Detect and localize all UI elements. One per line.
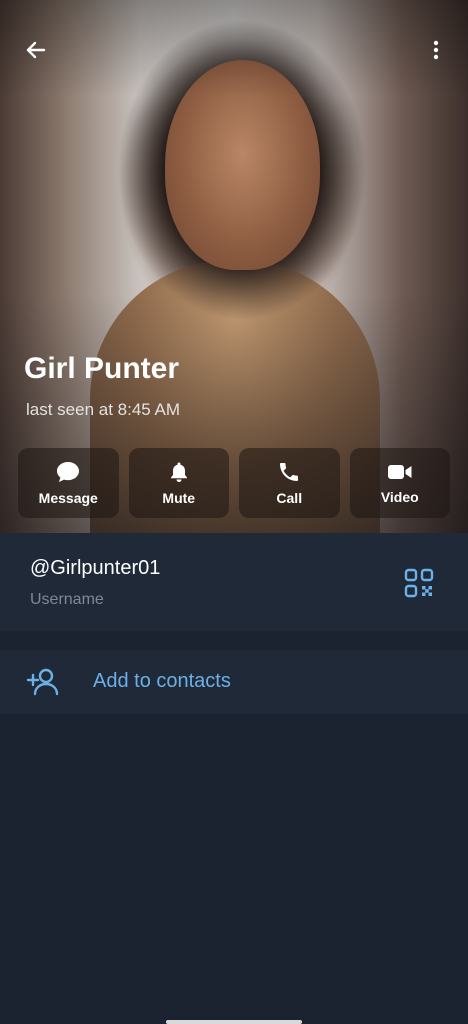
video-button[interactable]: Video <box>349 448 450 518</box>
message-bubble-icon <box>57 462 80 482</box>
qr-code-icon[interactable] <box>404 568 434 598</box>
more-options-button[interactable] <box>416 30 456 70</box>
more-vertical-icon <box>433 40 439 60</box>
mute-label: Mute <box>162 490 196 506</box>
mute-button[interactable]: Mute <box>128 448 229 518</box>
add-person-icon <box>26 668 59 696</box>
bell-icon <box>170 462 187 482</box>
call-label: Call <box>276 490 303 506</box>
video-camera-icon <box>387 465 412 479</box>
message-label: Message <box>38 490 98 506</box>
add-to-contacts-row[interactable]: Add to contacts <box>0 650 468 714</box>
arrow-left-icon <box>26 41 46 59</box>
action-bar: Message Mute Call Video <box>18 448 450 518</box>
username-caption: Username <box>30 591 104 608</box>
phone-icon <box>280 463 299 481</box>
call-button[interactable]: Call <box>239 448 340 518</box>
message-button[interactable]: Message <box>18 448 119 518</box>
home-indicator[interactable] <box>166 1020 302 1024</box>
add-to-contacts-label: Add to contacts <box>93 670 231 692</box>
username-row[interactable]: @Girlpunter01 Username <box>0 533 468 631</box>
video-label: Video <box>380 489 419 505</box>
back-button[interactable] <box>16 30 56 70</box>
profile-name: Girl Punter <box>24 352 180 385</box>
username-value: @Girlpunter01 <box>30 557 161 579</box>
last-seen-status: last seen at 8:45 AM <box>26 400 181 419</box>
